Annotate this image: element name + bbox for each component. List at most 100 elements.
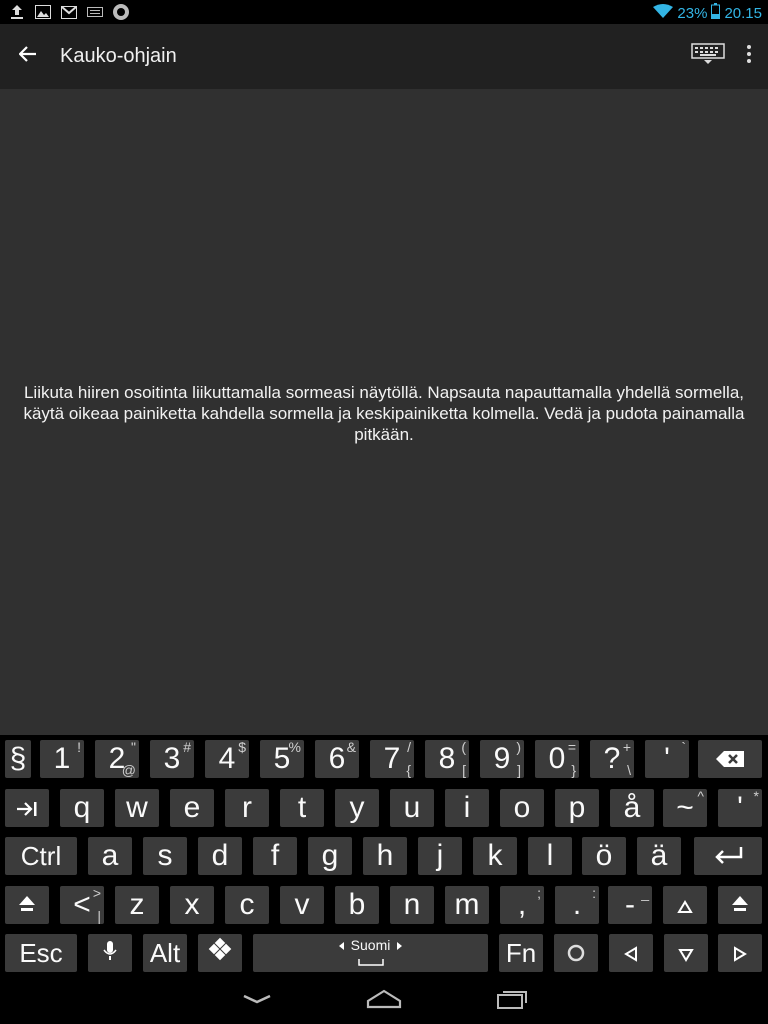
key-r[interactable]: r [225,789,269,827]
key-label: g [321,839,339,872]
key-k[interactable]: k [473,837,517,875]
key-less-than[interactable]: < > | [60,886,104,924]
key-alt2-label: { [406,762,411,778]
fn-key[interactable]: Fn [499,934,543,972]
mouse-click-key[interactable] [554,934,598,972]
key-m[interactable]: m [445,886,489,924]
backspace-key[interactable] [698,740,762,778]
key-label: ' [737,791,743,824]
key-a-ring[interactable]: å [610,789,654,827]
key-o[interactable]: o [500,789,544,827]
touchpad-instructions: Liikuta hiiren osoitinta liikuttamalla s… [23,383,745,444]
show-keyboard-button[interactable] [686,38,730,74]
key-section[interactable]: § [5,740,31,778]
nav-home-button[interactable] [354,983,414,1019]
key-z[interactable]: z [115,886,159,924]
nav-recents-button[interactable] [483,983,543,1019]
key-i[interactable]: i [445,789,489,827]
key-period[interactable]: .: [555,886,599,924]
key-alt-label: ( [461,739,466,755]
arrow-down-icon [678,936,694,970]
key-label: - [625,888,635,921]
key-apostrophe[interactable]: ' * [718,789,762,827]
key-1[interactable]: 1! [40,740,84,778]
remote-keyboard: § 1! 2 " @ 3 # 4 $ 5% 6 & 7/{ 8([ 9)] 0 =} ? + \… [0,735,768,975]
arrow-up-key[interactable] [663,886,707,924]
key-c[interactable]: c [225,886,269,924]
key-label: x [184,888,200,921]
key-dash[interactable]: - _ [608,886,652,924]
key-b[interactable]: b [335,886,379,924]
key-label: 4 [218,742,236,775]
overflow-menu-button[interactable] [734,38,764,74]
key-f[interactable]: f [253,837,297,875]
key-alt-label: > [92,885,101,901]
key-alt-label: ; [537,885,541,901]
key-p[interactable]: p [555,789,599,827]
key-3[interactable]: 3 # [150,740,194,778]
key-u[interactable]: u [390,789,434,827]
alt-key[interactable]: Alt [143,934,187,972]
clock: 20.15 [724,4,762,22]
key-j[interactable]: j [418,837,462,875]
key-n[interactable]: n [390,886,434,924]
key-8[interactable]: 8 ([ [425,740,469,778]
key-tilde[interactable]: ~ ^ [663,789,707,827]
arrow-right-key[interactable] [718,934,762,972]
voice-input-key[interactable] [88,934,132,972]
key-2[interactable]: 2 " @ [95,740,139,778]
esc-key[interactable]: Esc [5,934,77,972]
key-a-umlaut[interactable]: ä [637,837,681,875]
space-language-row: Suomi [338,937,403,953]
arrow-left-key[interactable] [609,934,653,972]
key-v[interactable]: v [280,886,324,924]
shift-left-key[interactable] [5,886,49,924]
key-w[interactable]: w [115,789,159,827]
key-label: l [546,839,554,872]
key-acute[interactable]: ' ` [645,740,689,778]
key-alt-label: $ [238,739,246,755]
key-y[interactable]: y [335,789,379,827]
key-label: 3 [163,742,181,775]
key-label: 0 [548,742,566,775]
page-title: Kauko-ohjain [60,45,177,67]
key-6[interactable]: 6 & [315,740,359,778]
space-key[interactable]: Suomi [253,934,488,972]
key-label: z [129,888,145,921]
chevron-right-icon [396,937,403,953]
key-label: q [73,791,91,824]
key-q[interactable]: q [60,789,104,827]
key-x[interactable]: x [170,886,214,924]
nav-back-icon [242,992,272,1010]
key-a[interactable]: a [88,837,132,875]
key-4[interactable]: 4 $ [205,740,249,778]
key-h[interactable]: h [363,837,407,875]
system-navigation-bar [0,975,768,1024]
key-5[interactable]: 5% [260,740,304,778]
key-comma[interactable]: ,; [500,886,544,924]
back-button[interactable] [10,38,46,74]
key-d[interactable]: d [198,837,242,875]
key-9[interactable]: 9)] [480,740,524,778]
key-l[interactable]: l [528,837,572,875]
windows-key[interactable] [198,934,242,972]
key-alt-label: _ [641,885,649,901]
key-7[interactable]: 7 / { [370,740,414,778]
key-alt-label: ` [681,739,686,755]
key-o-umlaut[interactable]: ö [582,837,626,875]
enter-key[interactable] [694,837,762,875]
key-label: ö [595,839,613,872]
key-label: k [487,839,503,872]
key-e[interactable]: e [170,789,214,827]
key-g[interactable]: g [308,837,352,875]
tab-key[interactable] [5,789,49,827]
key-s[interactable]: s [143,837,187,875]
arrow-down-key[interactable] [664,934,708,972]
key-t[interactable]: t [280,789,324,827]
nav-back-button[interactable] [227,983,287,1019]
key-question[interactable]: ? + \ [590,740,634,778]
key-0[interactable]: 0 =} [535,740,579,778]
shift-right-key[interactable] [718,886,762,924]
key-label: u [403,791,421,824]
ctrl-key[interactable]: Ctrl [5,837,77,875]
